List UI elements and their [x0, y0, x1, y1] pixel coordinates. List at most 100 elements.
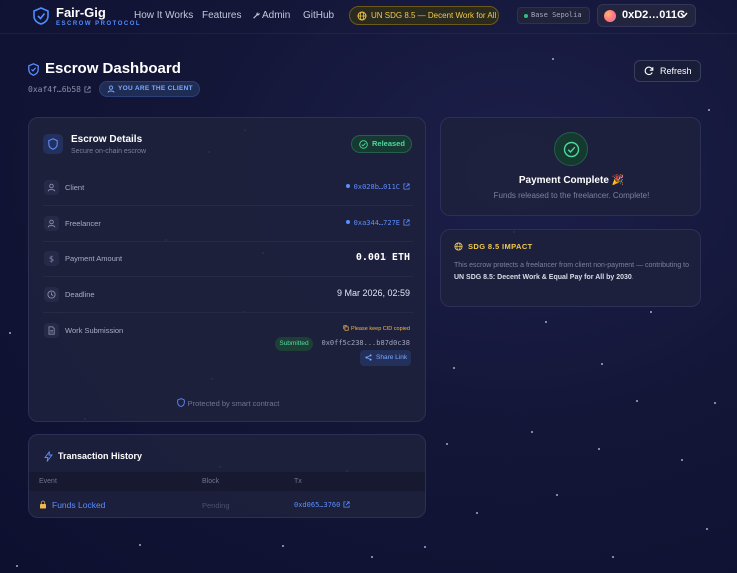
- network-indicator[interactable]: Base Sepolia: [517, 7, 590, 24]
- submission-status-badge: Submitted: [275, 337, 313, 351]
- payment-complete-title: Payment Complete 🎉: [518, 175, 625, 186]
- nav-link-features[interactable]: Features: [202, 10, 241, 21]
- globe-icon: [357, 11, 367, 21]
- payment-complete-card: Payment Complete 🎉 Funds released to the…: [440, 117, 701, 216]
- nav-link-github[interactable]: GitHub: [303, 10, 334, 21]
- user-icon: [107, 85, 115, 93]
- brand-tagline: ESCROW PROTOCOL: [56, 21, 142, 27]
- document-icon: [48, 326, 55, 335]
- chevron-down-icon: [680, 12, 688, 18]
- transaction-history-title: Transaction History: [58, 451, 143, 461]
- svg-text:$: $: [49, 255, 54, 264]
- sdg-impact-text-end: .: [631, 274, 634, 281]
- submission-label: Work Submission: [65, 326, 124, 335]
- freelancer-row-icon-box: [44, 216, 59, 231]
- client-row-icon-box: [44, 180, 59, 195]
- escrow-details-icon-box: [43, 134, 63, 154]
- deadline-value: 9 Mar 2026, 02:59: [336, 288, 410, 298]
- user-icon: [47, 219, 56, 228]
- network-name: Base Sepolia: [531, 11, 582, 19]
- top-navbar: Fair-Gig ESCROW PROTOCOL How It Works Fe…: [0, 0, 737, 34]
- user-icon: [47, 183, 56, 192]
- copy-icon: [343, 325, 349, 331]
- wrench-icon: [253, 12, 260, 19]
- check-circle-icon: [563, 141, 580, 158]
- row-divider: [43, 241, 413, 242]
- refresh-button-label: Refresh: [660, 66, 692, 76]
- submission-row-icon-box: [44, 323, 59, 338]
- wallet-address: 0xD2…011C: [622, 9, 685, 21]
- sdg-badge-label: UN SDG 8.5 — Decent Work for All: [371, 11, 497, 20]
- amount-value: 0.001 ETH: [355, 252, 410, 263]
- transaction-event: Funds Locked: [52, 500, 106, 510]
- status-badge: Released: [351, 135, 412, 153]
- status-badge-label: Released: [372, 139, 405, 148]
- escrow-details-subtitle: Secure on-chain escrow: [71, 148, 147, 155]
- nav-link-how-it-works[interactable]: How It Works: [134, 10, 193, 21]
- clock-icon: [47, 290, 56, 299]
- protected-footer: Protected by smart contract: [29, 398, 427, 408]
- role-badge-label: YOU ARE THE CLIENT: [118, 85, 193, 92]
- escrow-details-title: Escrow Details: [71, 134, 143, 145]
- shield-logo-icon[interactable]: [33, 7, 49, 25]
- client-status-dot: [345, 184, 350, 188]
- escrow-details-card: Escrow Details Secure on-chain escrow Re…: [28, 117, 426, 422]
- transaction-history-card: Transaction History Event Block Tx Funds…: [28, 434, 426, 518]
- wallet-avatar: [604, 10, 616, 22]
- globe-icon: [454, 242, 463, 251]
- nav-link-admin[interactable]: Admin: [252, 10, 290, 21]
- cid-note-text: Please keep CID copied: [350, 326, 410, 332]
- external-link-icon: [343, 501, 350, 508]
- shield-icon: [48, 138, 58, 150]
- transaction-hash: 0xd065…3760: [294, 501, 341, 509]
- escrow-address-link[interactable]: 0xaf4f…6b58: [28, 85, 91, 94]
- sdg-impact-card: SDG 8.5 IMPACT This escrow protects a fr…: [440, 229, 701, 307]
- row-divider: [43, 312, 413, 313]
- column-header-event: Event: [39, 478, 57, 485]
- escrow-address: 0xaf4f…6b58: [28, 85, 81, 94]
- sdg-impact-text-bold: UN SDG 8.5: Decent Work & Equal Pay for …: [454, 274, 632, 281]
- transaction-hash-link[interactable]: 0xd065…3760: [294, 501, 350, 509]
- role-badge: YOU ARE THE CLIENT: [99, 81, 200, 97]
- transaction-block: Pending: [202, 501, 230, 510]
- freelancer-address: 0xa344…727E: [353, 219, 400, 227]
- network-status-dot: [524, 14, 528, 18]
- column-header-tx: Tx: [294, 478, 302, 485]
- amount-row-icon-box: $: [44, 251, 59, 266]
- refresh-icon: [644, 66, 654, 76]
- share-link-button[interactable]: Share Link: [360, 350, 411, 366]
- freelancer-address-link[interactable]: 0xa344…727E: [345, 219, 410, 227]
- column-header-block: Block: [202, 478, 220, 485]
- external-link-icon: [403, 183, 410, 190]
- row-divider: [43, 276, 413, 277]
- refresh-button[interactable]: Refresh: [634, 60, 701, 82]
- freelancer-status-dot: [345, 220, 350, 224]
- payment-success-ring: [554, 132, 588, 166]
- sdg-badge[interactable]: UN SDG 8.5 — Decent Work for All: [349, 6, 499, 25]
- brand-name[interactable]: Fair-Gig: [56, 5, 106, 20]
- shield-check-icon: [28, 63, 39, 76]
- lock-icon: [40, 500, 46, 509]
- external-link-icon: [403, 219, 410, 226]
- client-label: Client: [65, 183, 85, 192]
- share-icon: [365, 354, 372, 361]
- deadline-row-icon-box: [44, 287, 59, 302]
- page-title: Escrow Dashboard: [45, 60, 181, 77]
- cid-copied-note: Please keep CID copied: [343, 325, 410, 332]
- protected-footer-text: Protected by smart contract: [187, 399, 280, 408]
- sdg-impact-text: This escrow protects a freelancer from c…: [454, 260, 694, 284]
- table-row: Funds Locked Pending 0xd065…3760: [29, 491, 425, 517]
- lightning-icon: [44, 451, 53, 462]
- client-address: 0x028b…011C: [353, 183, 400, 191]
- amount-label: Payment Amount: [65, 254, 123, 263]
- external-link-icon: [84, 86, 91, 93]
- dollar-icon: $: [49, 255, 54, 264]
- submission-cid[interactable]: 0x0ff5c238...b87d0c38: [321, 339, 410, 347]
- share-link-label: Share Link: [376, 354, 408, 361]
- wallet-button[interactable]: 0xD2…011C: [597, 4, 696, 27]
- sdg-impact-text-lead: This escrow protects a freelancer from c…: [454, 262, 689, 269]
- row-divider: [43, 205, 413, 206]
- payment-complete-subtitle: Funds released to the freelancer. Comple…: [493, 191, 650, 200]
- client-address-link[interactable]: 0x028b…011C: [345, 183, 410, 191]
- sdg-impact-title: SDG 8.5 IMPACT: [468, 242, 533, 251]
